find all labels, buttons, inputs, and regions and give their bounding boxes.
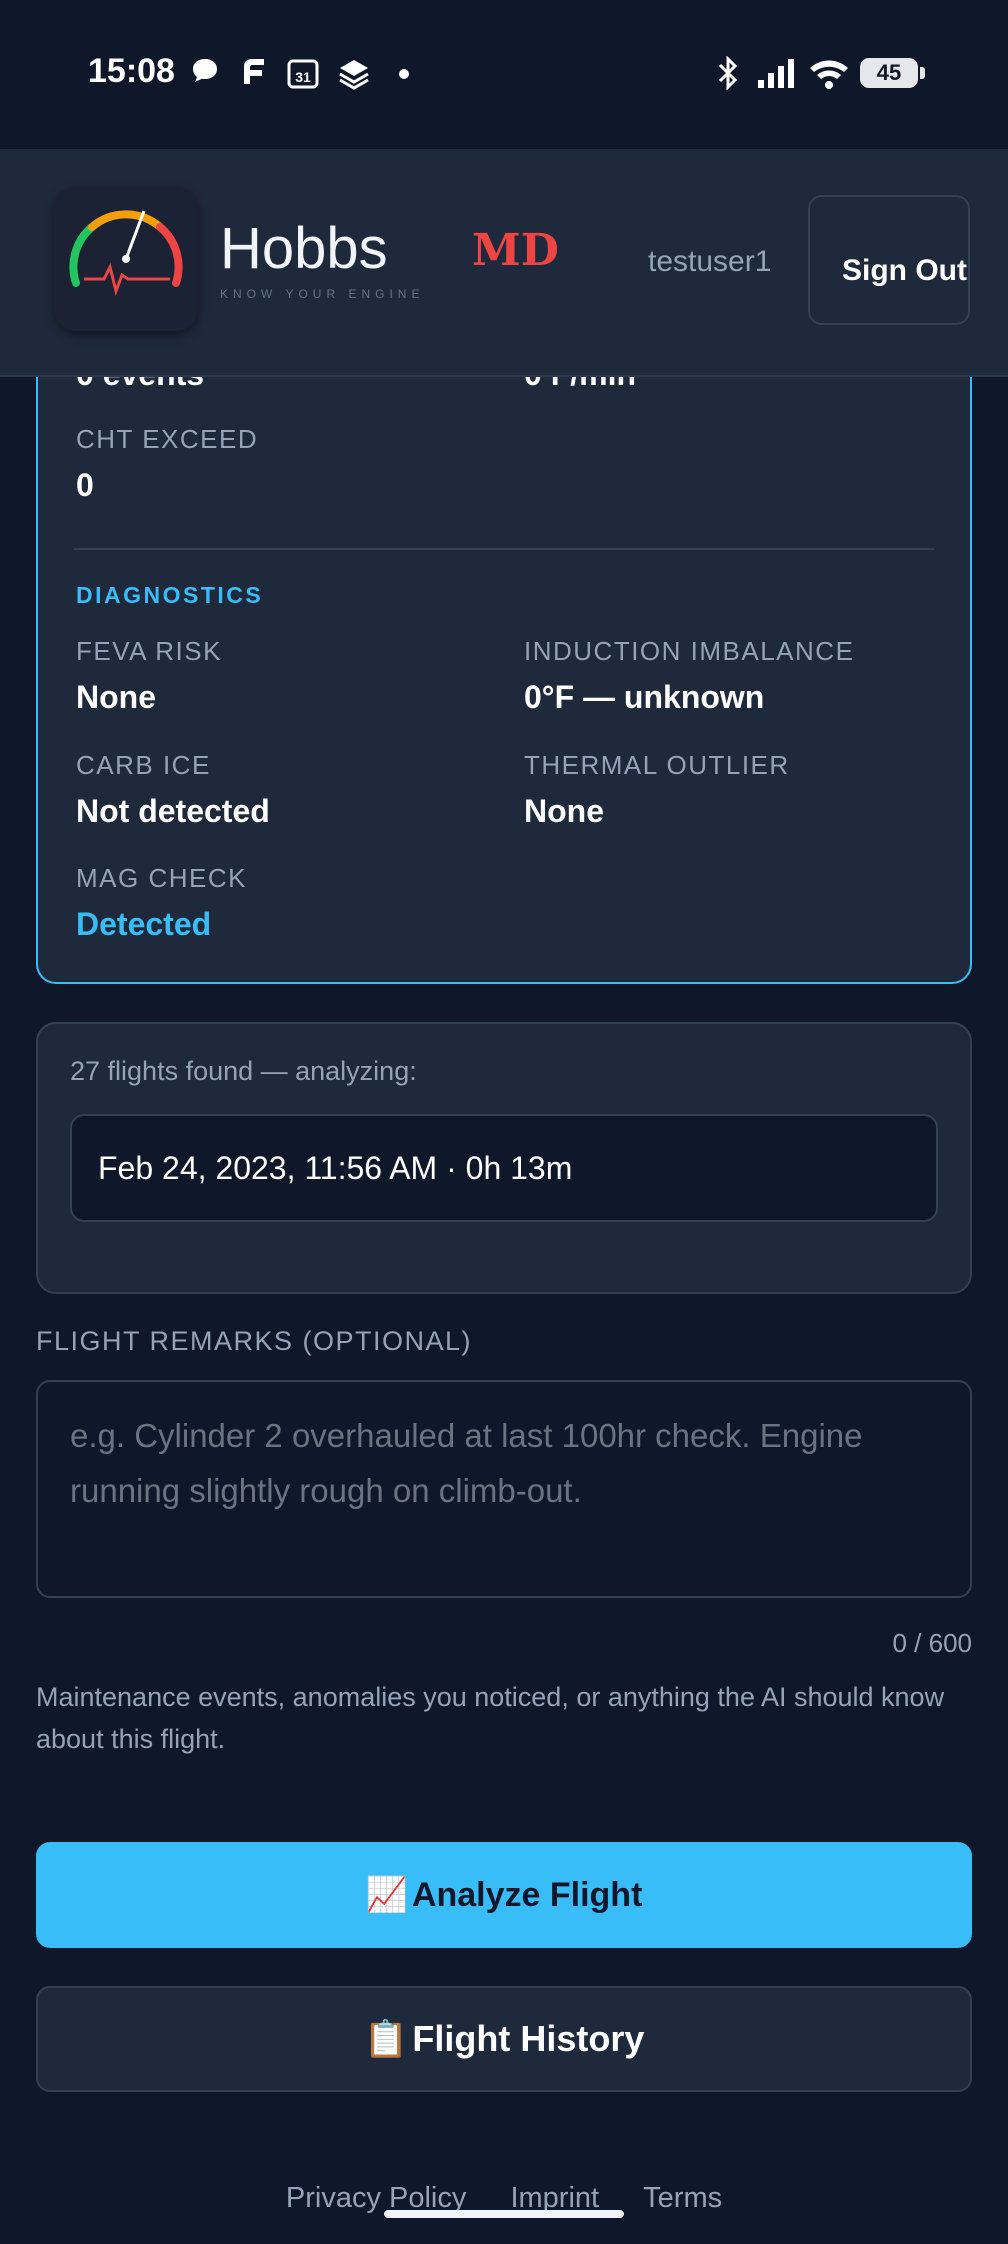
remarks-input[interactable]	[36, 1380, 972, 1598]
stat-value: 0°F — unknown	[524, 679, 765, 715]
remarks-label: FLIGHT REMARKS (OPTIONAL)	[36, 1326, 473, 1356]
terms-link[interactable]: Terms	[643, 2182, 722, 2214]
stat-label: INDUCTION IMBALANCE	[524, 636, 855, 666]
remarks-counter: 0 / 600	[892, 1628, 972, 1658]
carb-ice-stat: CARB ICE Not detected	[76, 750, 270, 830]
mag-check-stat: MAG CHECK Detected	[76, 863, 247, 943]
remarks-hint: Maintenance events, anomalies you notice…	[36, 1682, 945, 1754]
flight-history-button[interactable]: 📋 Flight History	[36, 1986, 972, 2092]
section-divider	[74, 548, 934, 550]
gauge-icon	[69, 210, 183, 297]
brand-tagline: KNOW YOUR ENGINE	[220, 287, 425, 301]
flight-select[interactable]: Feb 24, 2023, 11:56 AM · 0h 13m	[70, 1114, 938, 1222]
cht-exceed-label: CHT EXCEED	[76, 424, 259, 454]
clipboard-icon: 📋	[363, 2018, 409, 2059]
svg-text:31: 31	[295, 69, 311, 85]
layers-icon	[339, 60, 369, 90]
induction-imbalance-stat: INDUCTION IMBALANCE 0°F — unknown	[524, 636, 854, 716]
f-app-icon	[244, 59, 264, 84]
stat-value: Not detected	[76, 793, 270, 829]
top-nav: Hobbs KNOW YOUR ENGINE MD testuser1 Sign…	[0, 149, 1008, 377]
analyze-flight-button[interactable]: 📈 Analyze Flight	[36, 1842, 972, 1948]
feva-risk-stat: FEVA RISK None	[76, 636, 222, 716]
status-bar: 15:08 31 45	[0, 0, 1008, 149]
stat-label: MAG CHECK	[76, 863, 247, 893]
stat-label: CARB ICE	[76, 750, 211, 780]
flight-summary-card: 0 events 0 F/min CHT EXCEED 0 DIAGNOSTIC…	[36, 290, 972, 984]
flights-card: 27 flights found — analyzing: Feb 24, 20…	[36, 1022, 972, 1294]
username: testuser1	[648, 245, 772, 278]
hobbs-logo	[54, 187, 198, 331]
sign-out-button[interactable]: Sign Out	[808, 195, 970, 325]
stat-value: None	[76, 679, 156, 715]
dot-icon	[399, 69, 409, 79]
cht-exceed-stat: CHT EXCEED 0	[76, 424, 258, 504]
thermal-outlier-stat: THERMAL OUTLIER None	[524, 750, 790, 830]
status-time: 15:08	[88, 52, 175, 90]
analyze-flight-label: Analyze Flight	[411, 1875, 643, 1914]
flight-history-label: Flight History	[412, 2018, 645, 2059]
chat-bubble-icon	[193, 59, 217, 82]
wifi-icon	[810, 60, 848, 89]
stat-value: Detected	[76, 906, 212, 942]
calendar-icon: 31	[287, 59, 319, 89]
cht-exceed-value: 0	[76, 467, 94, 503]
brand-name: Hobbs	[220, 216, 388, 281]
md-badge: MD	[472, 225, 559, 276]
stat-label: THERMAL OUTLIER	[524, 750, 790, 780]
bluetooth-icon	[718, 56, 738, 90]
stat-value: None	[524, 793, 604, 829]
diagnostics-title: DIAGNOSTICS	[76, 582, 264, 608]
home-indicator[interactable]	[384, 2210, 624, 2218]
chart-up-icon: 📈	[365, 1876, 408, 1914]
signal-icon	[758, 59, 794, 88]
battery-icon: 45	[860, 58, 925, 88]
stat-label: FEVA RISK	[76, 636, 222, 666]
flights-found-text: 27 flights found — analyzing:	[70, 1056, 417, 1086]
